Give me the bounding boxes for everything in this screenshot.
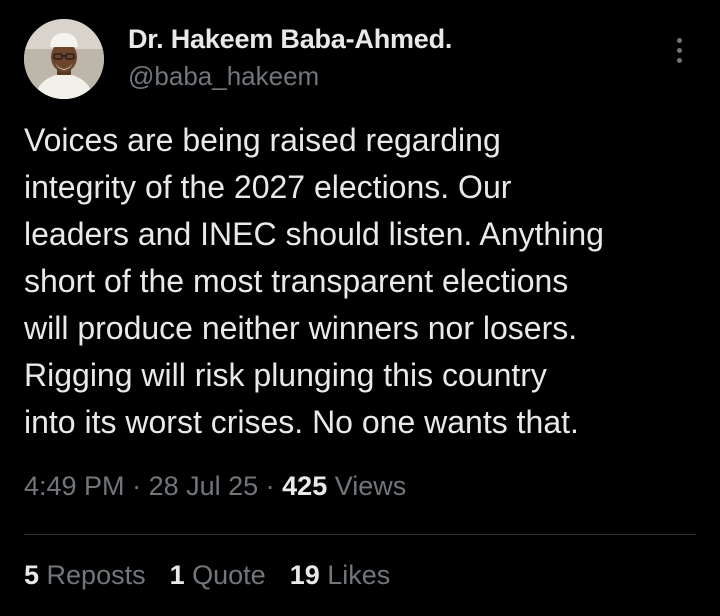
tweet-detail: Dr. Hakeem Baba-Ahmed. @baba_hakeem Voic… xyxy=(0,0,720,616)
post-text-line: short of the most transparent elections xyxy=(24,263,569,299)
quotes-label: Quote xyxy=(184,560,266,590)
meta-separator: · xyxy=(124,471,149,501)
post-time[interactable]: 4:49 PM xyxy=(24,471,125,501)
quotes-count: 1 xyxy=(169,560,185,590)
reposts-count: 5 xyxy=(24,560,40,590)
post-text: Voices are being raised regarding integr… xyxy=(24,117,704,446)
likes-label: Likes xyxy=(319,560,391,590)
meta-separator: · xyxy=(258,471,283,501)
post-text-line: integrity of the 2027 elections. Our xyxy=(24,169,512,205)
more-vertical-icon[interactable] xyxy=(668,34,692,68)
likes-count: 19 xyxy=(289,560,320,590)
views-count[interactable]: 425 xyxy=(282,471,327,501)
author-name[interactable]: Dr. Hakeem Baba-Ahmed. xyxy=(128,24,452,55)
engagement-stats: 5 Reposts 1 Quote 19 Likes xyxy=(24,560,390,591)
divider xyxy=(24,534,696,535)
post-text-line: Voices are being raised regarding xyxy=(24,122,501,158)
post-date[interactable]: 28 Jul 25 xyxy=(149,471,259,501)
views-label: Views xyxy=(327,471,407,501)
author-handle[interactable]: @baba_hakeem xyxy=(128,61,319,92)
post-meta: 4:49 PM · 28 Jul 25 · 425 Views xyxy=(24,471,406,502)
avatar[interactable] xyxy=(24,19,104,99)
post-text-line: Rigging will risk plunging this country xyxy=(24,357,547,393)
post-text-line: into its worst crises. No one wants that… xyxy=(24,404,579,440)
avatar-image xyxy=(24,19,104,99)
quotes-stat[interactable]: 1 Quote xyxy=(170,560,266,591)
post-text-line: leaders and INEC should listen. Anything xyxy=(24,216,604,252)
reposts-stat[interactable]: 5 Reposts xyxy=(24,560,146,591)
post-text-line: will produce neither winners nor losers. xyxy=(24,310,578,346)
reposts-label: Reposts xyxy=(39,560,146,590)
likes-stat[interactable]: 19 Likes xyxy=(290,560,391,591)
